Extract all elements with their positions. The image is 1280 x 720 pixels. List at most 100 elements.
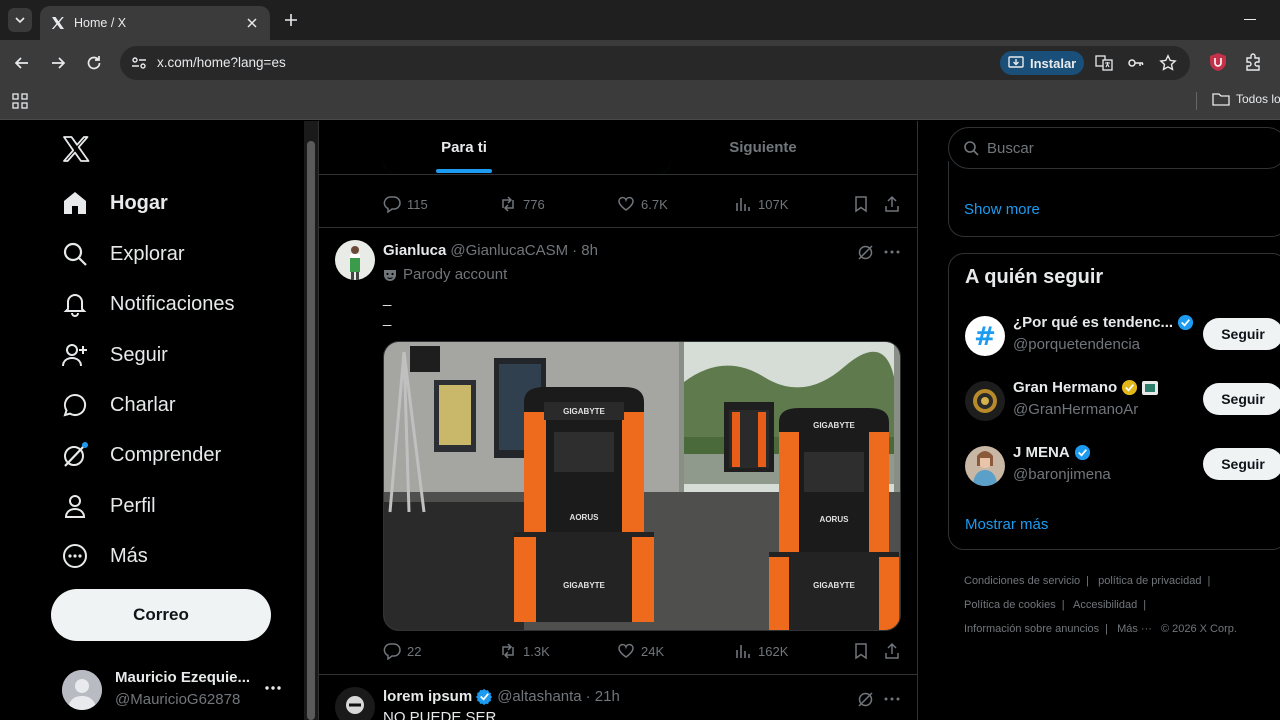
share-icon	[885, 642, 899, 659]
post-lorem-ipsum[interactable]: lorem ipsum @altashanta · 21h NO PUEDE S…	[319, 675, 917, 720]
show-more-link[interactable]: Mostrar más	[965, 516, 1048, 533]
footer-link[interactable]: Más ···	[1117, 623, 1152, 635]
author-name[interactable]: Gianluca	[383, 242, 446, 259]
chevron-down-icon	[15, 17, 25, 24]
x-logo-icon[interactable]	[62, 135, 90, 163]
trends-box	[948, 161, 1280, 237]
avatar[interactable]: #	[965, 316, 1005, 356]
suggestion-handle: @baronjimena	[1013, 466, 1111, 483]
sidebar-item-home[interactable]: Hogar	[60, 183, 168, 223]
bell-icon	[60, 289, 90, 319]
footer-link[interactable]: Política de cookies	[964, 599, 1056, 611]
sidebar-item-chat[interactable]: Charlar	[60, 385, 176, 425]
footer-link[interactable]: política de privacidad	[1098, 575, 1201, 587]
post-button[interactable]: Correo	[51, 589, 271, 641]
share-button[interactable]	[883, 642, 901, 660]
account-switcher[interactable]: Mauricio Ezequie... @MauricioG62878	[62, 667, 292, 715]
avatar[interactable]	[965, 446, 1005, 486]
avatar[interactable]	[335, 687, 375, 720]
who-to-follow-box: A quién seguir # ¿Por qué es tendenc... …	[948, 253, 1280, 550]
install-app-button[interactable]: Instalar	[1000, 51, 1084, 75]
share-button[interactable]	[883, 195, 901, 213]
like-button[interactable]: 6.7K	[617, 195, 668, 213]
address-bar[interactable]: x.com/home?lang=es Instalar	[120, 46, 1190, 80]
more-dots-icon[interactable]	[883, 243, 901, 261]
bookmark-star-icon[interactable]	[1159, 54, 1177, 72]
bookmark-folder[interactable]: Todos lo	[1212, 92, 1280, 106]
follow-button[interactable]: Seguir	[1203, 318, 1280, 350]
repost-button[interactable]: 776	[499, 195, 545, 213]
reply-button[interactable]: 22	[383, 642, 421, 660]
sidebar-item-grok[interactable]: Comprender	[60, 435, 221, 475]
show-more-link[interactable]: Show more	[964, 201, 1040, 218]
grok-explain-icon[interactable]	[857, 243, 875, 261]
sidebar-scrollbar-thumb[interactable]	[307, 141, 315, 720]
close-icon[interactable]	[244, 15, 260, 31]
author-name[interactable]: lorem ipsum	[383, 688, 472, 705]
sidebar-item-explore[interactable]: Explorar	[60, 234, 184, 274]
copyright: © 2026 X Corp.	[1160, 623, 1237, 635]
views-bar-chart-icon	[736, 198, 750, 211]
post-time[interactable]: · 21h	[586, 688, 620, 705]
author-handle[interactable]: @GianlucaCASM	[450, 242, 568, 259]
search-input[interactable]: Buscar	[948, 127, 1280, 169]
reply-icon	[383, 196, 401, 213]
timeline: Para ti Siguiente 115 776 6.7K 107K Gian…	[318, 121, 918, 720]
avatar[interactable]	[965, 381, 1005, 421]
follow-suggestion[interactable]: Gran Hermano @GranHermanoAr Seguir	[949, 375, 1280, 437]
reload-icon[interactable]	[84, 53, 104, 73]
author-handle[interactable]: @altashanta	[497, 688, 581, 705]
post-image[interactable]: GIGABYTE AORUS GIGABYTE GIGABYTE AORUS G…	[383, 341, 901, 631]
grok-explain-icon[interactable]	[857, 690, 875, 708]
tab-list-button[interactable]	[8, 8, 32, 32]
heart-icon	[618, 196, 634, 211]
post-gianluca[interactable]: Gianluca @GianlucaCASM · 8h Parody accou…	[319, 228, 917, 674]
footer-link[interactable]: Información sobre anuncios	[964, 623, 1099, 635]
more-dots-icon[interactable]	[264, 679, 282, 697]
follow-button[interactable]: Seguir	[1203, 448, 1280, 480]
bookmark-button[interactable]	[852, 195, 870, 213]
footer-link[interactable]: Accesibilidad	[1073, 599, 1137, 611]
apps-grid-icon[interactable]	[12, 93, 28, 109]
views-bar-chart-icon	[736, 645, 750, 658]
follow-suggestion[interactable]: J MENA @baronjimena Seguir	[949, 440, 1280, 502]
sidebar-item-notifications[interactable]: Notificaciones	[60, 284, 235, 324]
who-to-follow-title: A quién seguir	[965, 266, 1104, 288]
x-favicon-icon	[51, 17, 64, 29]
new-tab-icon[interactable]	[282, 11, 300, 29]
views-button[interactable]: 107K	[734, 195, 788, 213]
more-dots-icon[interactable]	[883, 690, 901, 708]
url-text[interactable]: x.com/home?lang=es	[157, 55, 286, 70]
repost-icon	[502, 643, 514, 659]
translate-icon[interactable]	[1095, 54, 1113, 72]
person-icon	[60, 491, 90, 521]
sidebar-item-profile[interactable]: Perfil	[60, 486, 156, 526]
views-button[interactable]: 162K	[734, 642, 788, 660]
bookmark-separator	[1196, 92, 1197, 110]
minimize-window-button[interactable]	[1244, 19, 1256, 20]
chat-icon	[60, 390, 90, 420]
ublock-shield-icon[interactable]	[1208, 52, 1228, 72]
sidebar-item-more[interactable]: Más	[60, 536, 148, 576]
footer-link[interactable]: Condiciones de servicio	[964, 575, 1080, 587]
footer-separator: |	[1143, 599, 1147, 611]
extensions-puzzle-icon[interactable]	[1244, 52, 1264, 72]
back-arrow-icon[interactable]	[12, 53, 32, 73]
chair-brand-text: GIGABYTE	[813, 581, 855, 590]
follow-suggestion[interactable]: # ¿Por qué es tendenc... @porquetendenci…	[949, 310, 1280, 372]
like-button[interactable]: 24K	[617, 642, 664, 660]
site-settings-icon[interactable]	[130, 54, 148, 72]
tab-for-you[interactable]: Para ti	[319, 121, 609, 174]
avatar[interactable]	[335, 240, 375, 280]
bookmark-button[interactable]	[852, 642, 870, 660]
password-key-icon[interactable]	[1127, 54, 1145, 72]
suggestion-name: J MENA	[1013, 444, 1091, 461]
follow-button[interactable]: Seguir	[1203, 383, 1280, 415]
repost-button[interactable]: 1.3K	[499, 642, 550, 660]
forward-arrow-icon[interactable]	[48, 53, 68, 73]
reply-button[interactable]: 115	[383, 195, 428, 213]
tab-following[interactable]: Siguiente	[618, 121, 908, 174]
sidebar-item-follow[interactable]: Seguir	[60, 335, 168, 375]
post-time[interactable]: · 8h	[572, 242, 598, 259]
browser-tab[interactable]: Home / X	[40, 6, 270, 40]
